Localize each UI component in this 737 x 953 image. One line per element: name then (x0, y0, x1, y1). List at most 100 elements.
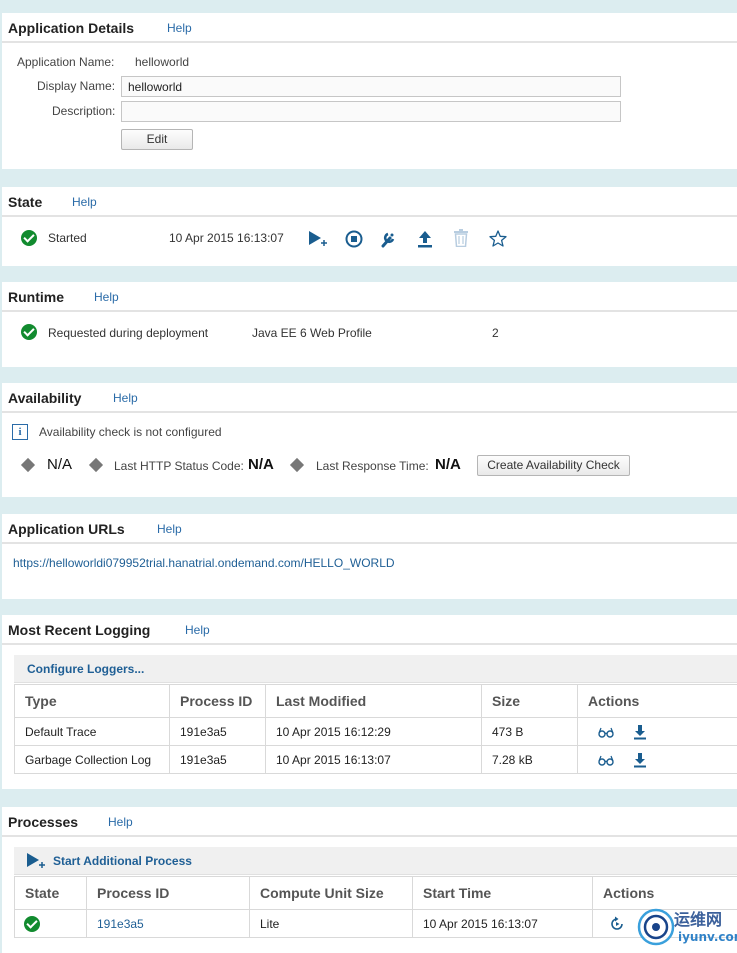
stop-icon[interactable] (345, 230, 363, 248)
process-compute-size: Lite (249, 909, 413, 938)
runtime-name: Java EE 6 Web Profile (252, 326, 372, 340)
column-start-time: Start Time (412, 876, 593, 910)
logging-toolbar: Configure Loggers... (14, 655, 737, 683)
http-status-label: Last HTTP Status Code: (114, 459, 244, 473)
log-actions (577, 745, 737, 774)
application-url-link[interactable]: https://helloworldi079952trial.hanatrial… (13, 556, 395, 570)
column-actions: Actions (577, 684, 737, 718)
display-name-label: Display Name: (37, 79, 116, 93)
description-field[interactable] (121, 101, 621, 122)
log-size: 7.28 kB (481, 745, 578, 774)
process-start-time: 10 Apr 2015 16:13:07 (412, 909, 593, 938)
log-last-modified: 10 Apr 2015 16:12:29 (265, 717, 482, 746)
processes-toolbar: Start Additional Process (14, 847, 737, 875)
display-name-field[interactable]: helloworld (121, 76, 621, 97)
logging-header: Most Recent Logging Help (2, 615, 737, 645)
create-availability-check-button[interactable]: Create Availability Check (477, 455, 630, 476)
view-glasses-icon[interactable] (598, 726, 614, 738)
svg-text:iyunv.com: iyunv.com (678, 930, 737, 944)
availability-title: Availability (8, 390, 82, 406)
restart-icon[interactable] (609, 916, 625, 932)
state-status: Started (48, 231, 87, 245)
availability-help-link[interactable]: Help (113, 391, 138, 405)
state-help-link[interactable]: Help (72, 195, 97, 209)
application-name-value: helloworld (135, 55, 190, 69)
start-additional-process-link[interactable]: Start Additional Process (53, 854, 192, 868)
availability-header: Availability Help (2, 383, 737, 413)
logging-table-header: Type Process ID Last Modified Size Actio… (14, 684, 737, 718)
update-icon[interactable] (416, 229, 434, 248)
process-state (14, 909, 87, 938)
info-icon: i (12, 424, 28, 440)
runtime-title: Runtime (8, 289, 64, 305)
logging-table: Type Process ID Last Modified Size Actio… (14, 684, 737, 774)
edit-button[interactable]: Edit (121, 129, 193, 150)
table-row: Default Trace 191e3a5 10 Apr 2015 16:12:… (14, 717, 737, 746)
application-details-help-link[interactable]: Help (167, 21, 192, 35)
column-size: Size (481, 684, 578, 718)
column-process-id: Process ID (169, 684, 266, 718)
log-actions (577, 717, 737, 746)
processes-header: Processes Help (2, 807, 737, 837)
runtime-panel: Runtime Help Requested during deployment… (2, 282, 737, 367)
table-row: Garbage Collection Log 191e3a5 10 Apr 20… (14, 745, 737, 774)
application-details-header: Application Details Help (2, 13, 737, 43)
runtime-status: Requested during deployment (48, 326, 209, 340)
availability-panel: Availability Help i Availability check i… (2, 383, 737, 497)
runtime-help-link[interactable]: Help (94, 290, 119, 304)
process-id-link[interactable]: 191e3a5 (86, 909, 250, 938)
column-last-modified: Last Modified (265, 684, 482, 718)
log-process-id: 191e3a5 (169, 717, 266, 746)
log-type: Default Trace (14, 717, 170, 746)
started-check-icon (21, 230, 37, 246)
processes-table-header: State Process ID Compute Unit Size Start… (14, 876, 737, 910)
availability-status-value: N/A (47, 456, 73, 473)
logging-help-link[interactable]: Help (185, 623, 210, 637)
start-icon[interactable] (308, 230, 328, 248)
logging-panel: Most Recent Logging Help Configure Logge… (2, 615, 737, 789)
application-details-title: Application Details (8, 20, 135, 36)
processes-table: State Process ID Compute Unit Size Start… (14, 876, 737, 938)
application-urls-panel: Application URLs Help https://helloworld… (2, 514, 737, 599)
response-time-label: Last Response Time: (316, 459, 429, 473)
processes-help-link[interactable]: Help (108, 815, 133, 829)
delete-icon[interactable] (453, 229, 469, 247)
wrench-icon[interactable] (380, 229, 398, 248)
log-process-id: 191e3a5 (169, 745, 266, 774)
application-name-label: Application Name: (17, 55, 115, 69)
column-state: State (14, 876, 87, 910)
process-running-check-icon (24, 916, 40, 932)
log-type: Garbage Collection Log (14, 745, 170, 774)
start-process-icon[interactable] (26, 852, 46, 870)
table-row: 191e3a5 Lite 10 Apr 2015 16:13:07 (14, 909, 737, 938)
runtime-check-icon (21, 324, 37, 340)
watermark-logo: 运维网 iyunv.com (637, 908, 737, 946)
state-timestamp: 10 Apr 2015 16:13:07 (169, 231, 284, 245)
svg-text:运维网: 运维网 (674, 910, 722, 929)
column-type: Type (14, 684, 170, 718)
response-time-value: N/A (435, 456, 461, 473)
download-icon[interactable] (633, 724, 647, 740)
response-diamond-icon (289, 457, 305, 473)
view-glasses-icon[interactable] (598, 754, 614, 766)
star-icon[interactable] (489, 230, 507, 247)
application-details-panel: Application Details Help Application Nam… (2, 13, 737, 169)
status-diamond-icon (20, 457, 36, 473)
availability-info-text: Availability check is not configured (39, 425, 222, 439)
processes-title: Processes (8, 814, 79, 830)
http-diamond-icon (88, 457, 104, 473)
processes-panel: Processes Help Start Additional Process … (2, 807, 737, 953)
column-compute-unit-size: Compute Unit Size (249, 876, 413, 910)
log-size: 473 B (481, 717, 578, 746)
runtime-header: Runtime Help (2, 282, 737, 312)
download-icon[interactable] (633, 752, 647, 768)
application-urls-help-link[interactable]: Help (157, 522, 182, 536)
column-process-id: Process ID (86, 876, 250, 910)
http-status-value: N/A (248, 456, 274, 473)
application-urls-title: Application URLs (8, 521, 125, 537)
state-panel: State Help Started 10 Apr 2015 16:13:07 (2, 187, 737, 266)
runtime-version: 2 (492, 326, 499, 340)
logging-title: Most Recent Logging (8, 622, 151, 638)
configure-loggers-link[interactable]: Configure Loggers... (27, 662, 144, 676)
state-title: State (8, 194, 43, 210)
